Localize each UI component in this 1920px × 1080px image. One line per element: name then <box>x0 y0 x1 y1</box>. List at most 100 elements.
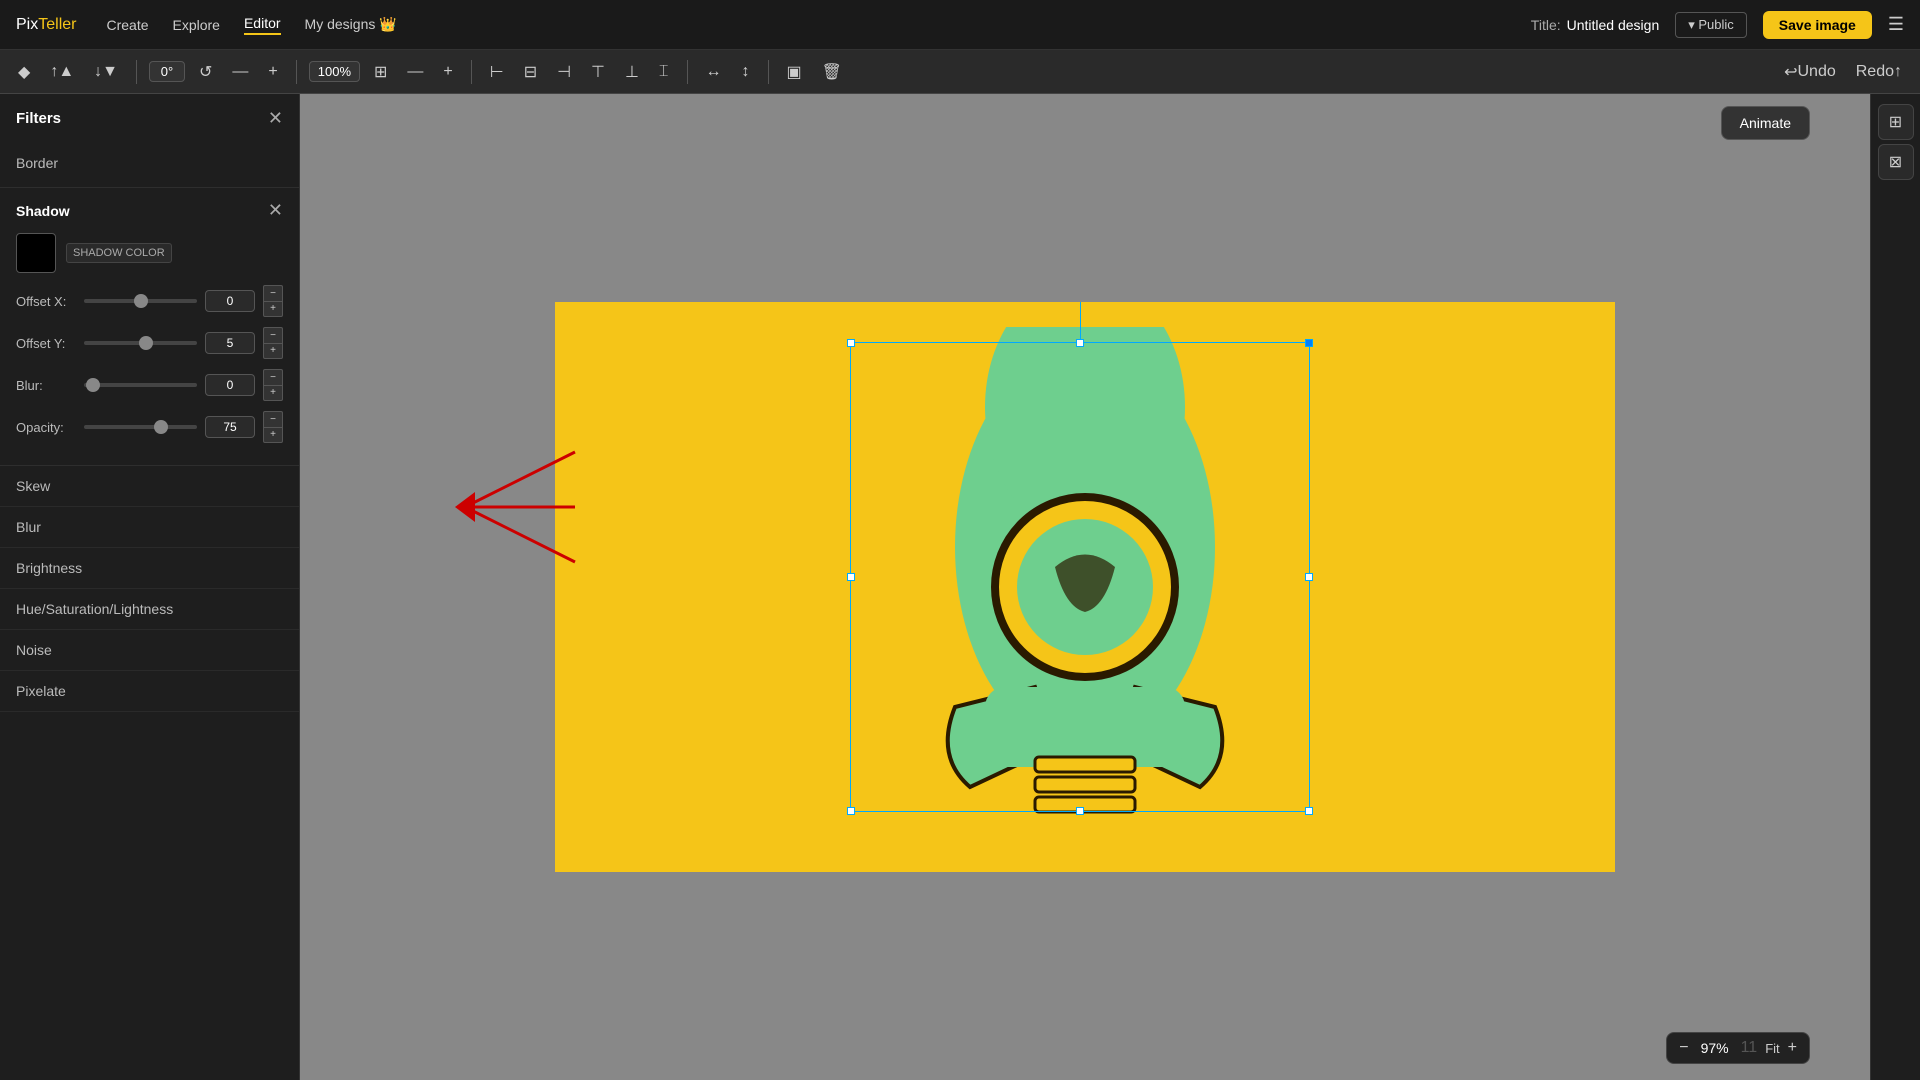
offset-y-steppers: − + <box>263 327 283 359</box>
handle-tl[interactable] <box>847 339 855 347</box>
plus-icon[interactable]: + <box>262 59 283 85</box>
group-icon[interactable]: ▣ <box>781 58 808 86</box>
nav-mydesigns[interactable]: My designs 👑 <box>305 16 397 33</box>
blur-plus[interactable]: + <box>263 385 283 401</box>
hamburger-icon[interactable]: ☰ <box>1888 14 1904 35</box>
zoom-in-button[interactable]: + <box>1788 1039 1797 1057</box>
shadow-color-label: SHADOW COLOR <box>66 243 172 263</box>
separator-4 <box>687 60 688 84</box>
zoom-fit-button[interactable]: Fit <box>1765 1041 1779 1056</box>
offset-x-slider[interactable] <box>84 299 197 303</box>
separator-2 <box>296 60 297 84</box>
blur-filter[interactable]: Blur <box>0 507 299 548</box>
nav-links: Create Explore Editor My designs 👑 <box>106 15 396 35</box>
hsl-filter[interactable]: Hue/Saturation/Lightness <box>0 589 299 630</box>
shadow-color-swatch[interactable] <box>16 233 56 273</box>
offset-y-plus[interactable]: + <box>263 343 283 359</box>
toolbar: ◆ ↑▲ ↓▼ ↺ — + 100% ⊞ — + ⊢ ⊟ ⊣ ⊤ ⊥ ⌶ ↔ ↕… <box>0 50 1920 94</box>
blur-row: Blur: − + <box>16 369 283 401</box>
blur-minus[interactable]: − <box>263 369 283 385</box>
flip-v-icon[interactable]: ↕ <box>736 59 756 85</box>
logo-pix: Pix <box>16 16 38 34</box>
opacity-slider[interactable] <box>84 425 197 429</box>
grid-icon[interactable]: ⊞ <box>368 58 393 86</box>
offset-x-thumb[interactable] <box>134 294 148 308</box>
offset-x-label: Offset X: <box>16 294 76 309</box>
separator-1 <box>136 60 137 84</box>
align-center-icon[interactable]: ⊟ <box>518 58 543 86</box>
blur-label: Blur: <box>16 378 76 393</box>
noise-filter[interactable]: Noise <box>0 630 299 671</box>
border-label[interactable]: Border <box>16 147 283 179</box>
handle-ml[interactable] <box>847 573 855 581</box>
canvas-wrapper <box>555 302 1615 872</box>
move-up-button[interactable]: ↑▲ <box>44 59 80 85</box>
pixelate-filter[interactable]: Pixelate <box>0 671 299 712</box>
opacity-plus[interactable]: + <box>263 427 283 443</box>
redo-button[interactable]: Redo↑ <box>1850 59 1908 85</box>
design-title[interactable]: Untitled design <box>1567 17 1660 33</box>
zoom-separator: 11 <box>1741 1039 1758 1057</box>
offset-y-minus[interactable]: − <box>263 327 283 343</box>
animate-button[interactable]: Animate <box>1721 106 1810 140</box>
align-top-icon[interactable]: ⊤ <box>585 58 611 86</box>
public-button[interactable]: ▾ Public <box>1675 12 1747 38</box>
skew-filter[interactable]: Skew <box>0 466 299 507</box>
align-right-icon[interactable]: ⊣ <box>551 58 577 86</box>
zoom-plus-icon[interactable]: + <box>437 59 458 85</box>
close-panel-icon[interactable]: ✕ <box>268 108 283 129</box>
offset-x-input[interactable] <box>205 290 255 312</box>
main-area: Filters ✕ Border Shadow ✕ SHADOW COLOR O… <box>0 94 1920 1080</box>
rotate-icon[interactable]: ↺ <box>193 58 218 86</box>
nav-editor[interactable]: Editor <box>244 15 281 35</box>
shadow-close-icon[interactable]: ✕ <box>268 200 283 221</box>
align-left-icon[interactable]: ⊢ <box>484 58 510 86</box>
delete-icon[interactable]: 🗑 <box>816 58 848 86</box>
minus-icon[interactable]: — <box>226 59 254 85</box>
handle-bl[interactable] <box>847 807 855 815</box>
opacity-thumb[interactable] <box>154 420 168 434</box>
zoom-level: 100% <box>309 61 360 82</box>
canvas-background[interactable] <box>555 302 1615 872</box>
opacity-steppers: − + <box>263 411 283 443</box>
undo-button[interactable]: ↩ Undo <box>1778 58 1842 86</box>
right-export-button[interactable]: ⊠ <box>1878 144 1914 180</box>
offset-y-input[interactable] <box>205 332 255 354</box>
zoom-percent: 97% <box>1697 1040 1733 1056</box>
offset-y-slider[interactable] <box>84 341 197 345</box>
title-area: Title: Untitled design <box>1531 17 1659 33</box>
save-button[interactable]: Save image <box>1763 11 1872 39</box>
opacity-input[interactable] <box>205 416 255 438</box>
shadow-section: Shadow ✕ SHADOW COLOR Offset X: − + <box>0 188 299 466</box>
rotation-input[interactable] <box>149 61 185 82</box>
rocket-illustration <box>855 327 1315 847</box>
layer-order-button[interactable]: ◆ <box>12 58 36 86</box>
offset-x-minus[interactable]: − <box>263 285 283 301</box>
logo[interactable]: PixTeller <box>16 16 76 34</box>
panel-title: Filters <box>16 110 61 127</box>
offset-x-steppers: − + <box>263 285 283 317</box>
right-add-button[interactable]: ⊞ <box>1878 104 1914 140</box>
blur-slider[interactable] <box>84 383 197 387</box>
nav-create[interactable]: Create <box>106 17 148 33</box>
panel-header: Filters ✕ <box>0 94 299 139</box>
move-down-button[interactable]: ↓▼ <box>88 59 124 85</box>
align-middle-icon[interactable]: ⊥ <box>619 58 645 86</box>
zoom-minus-icon[interactable]: — <box>401 59 429 85</box>
offset-y-thumb[interactable] <box>139 336 153 350</box>
align-bottom-icon[interactable]: ⌶ <box>653 59 675 85</box>
blur-input[interactable] <box>205 374 255 396</box>
blur-thumb[interactable] <box>86 378 100 392</box>
zoom-out-button[interactable]: − <box>1679 1039 1688 1057</box>
canvas-area: Animate <box>300 94 1870 1080</box>
blur-steppers: − + <box>263 369 283 401</box>
flip-h-icon[interactable]: ↔ <box>700 59 728 85</box>
opacity-minus[interactable]: − <box>263 411 283 427</box>
filters-panel: Filters ✕ Border Shadow ✕ SHADOW COLOR O… <box>0 94 300 1080</box>
offset-x-plus[interactable]: + <box>263 301 283 317</box>
offset-y-label: Offset Y: <box>16 336 76 351</box>
nav-explore[interactable]: Explore <box>173 17 220 33</box>
separator-3 <box>471 60 472 84</box>
shadow-title: Shadow <box>16 203 70 219</box>
brightness-filter[interactable]: Brightness <box>0 548 299 589</box>
